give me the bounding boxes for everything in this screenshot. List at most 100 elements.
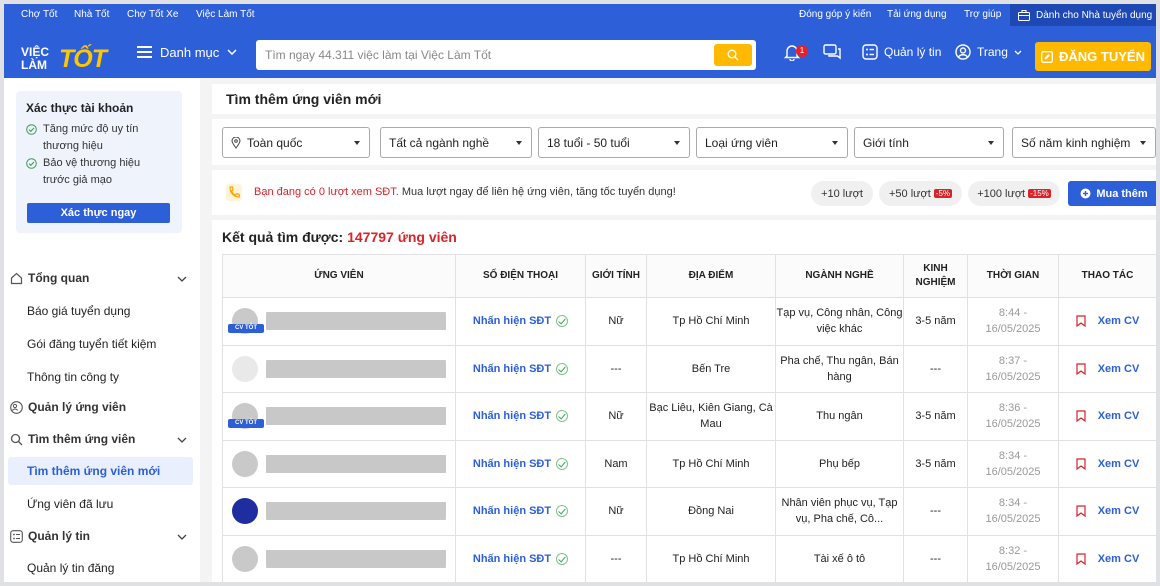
link-cho-tot-xe[interactable]: Chợ Tốt Xe (127, 9, 178, 20)
sidebar-item-find-new[interactable]: Tìm thêm ứng viên mới (27, 464, 160, 478)
candidate-name-redacted[interactable] (266, 502, 446, 521)
filter-industry[interactable]: Tất cả ngành nghề (380, 127, 532, 158)
sidebar-item-manage-posts[interactable]: Quản lý tin (10, 529, 90, 543)
avatar[interactable] (232, 498, 258, 525)
industry-cell: Tài xế ô tô (775, 534, 904, 582)
filter-candidate-type[interactable]: Loại ứng viên (696, 127, 848, 158)
bookmark-icon[interactable] (1076, 410, 1086, 423)
sidebar-item-company-info[interactable]: Thông tin công ty (27, 370, 119, 384)
reveal-phone-button[interactable]: Nhấn hiện SĐT (457, 313, 585, 329)
sidebar-item-overview[interactable]: Tổng quan (10, 271, 89, 285)
edit-icon (1041, 50, 1053, 63)
avatar[interactable]: CV TỐT (228, 308, 264, 335)
notification-button[interactable]: 1 (784, 26, 808, 78)
buy-50-chip[interactable]: +50 lượt -5% (879, 181, 962, 206)
location-cell: Tp Hồ Chí Minh (646, 534, 776, 582)
filter-age[interactable]: 18 tuổi - 50 tuổi (538, 127, 690, 158)
reveal-phone-label: Nhấn hiện SĐT (472, 362, 552, 375)
link-download-app[interactable]: Tải ứng dụng (887, 9, 947, 20)
sidebar-item-pricing[interactable]: Báo giá tuyển dụng (27, 304, 130, 318)
col-action: THAO TÁC (1058, 254, 1156, 298)
time-cell: 8:37 - 16/05/2025 (967, 344, 1059, 393)
chevron-down-icon[interactable] (177, 534, 187, 540)
filter-location[interactable]: Toàn quốc (222, 127, 370, 158)
sidebar-item-saved[interactable]: Ứng viên đã lưu (27, 497, 113, 511)
view-cv-link[interactable]: Xem CV (1098, 408, 1140, 424)
sidebar-item-saving-packages[interactable]: Gói đăng tuyển tiết kiệm (27, 337, 156, 351)
avatar[interactable] (232, 450, 258, 477)
bookmark-icon[interactable] (1076, 363, 1086, 375)
gender-cell: --- (585, 534, 647, 582)
avatar[interactable]: CV TỐT (228, 403, 264, 430)
candidate-name-redacted[interactable] (266, 549, 446, 568)
link-cho-tot[interactable]: Chợ Tốt (21, 9, 57, 20)
category-menu-button[interactable]: Danh mục (137, 26, 237, 78)
bookmark-icon[interactable] (1076, 553, 1086, 565)
link-nha-tot[interactable]: Nhà Tốt (74, 9, 109, 20)
link-viec-lam-tot[interactable]: Việc Làm Tốt (196, 9, 255, 20)
candidate-name-redacted[interactable] (266, 454, 446, 473)
view-cv-link[interactable]: Xem CV (1098, 313, 1140, 329)
link-help[interactable]: Trợ giúp (964, 9, 1001, 20)
col-gender: GIỚI TÍNH (585, 254, 647, 298)
verify-now-button[interactable]: Xác thực ngay (27, 203, 170, 223)
manage-posts-button[interactable]: Quản lý tin (862, 26, 941, 78)
link-feedback[interactable]: Đóng góp ý kiến (799, 9, 871, 20)
phone-cell: Nhấn hiện SĐT (455, 487, 586, 536)
search-button[interactable] (714, 44, 752, 66)
buy-50-label: +50 lượt (888, 187, 931, 200)
buy-more-label: Mua thêm (1096, 187, 1148, 200)
view-cv-link[interactable]: Xem CV (1098, 361, 1140, 377)
candidate-name-redacted[interactable] (266, 359, 446, 378)
reveal-phone-button[interactable]: Nhấn hiện SĐT (457, 408, 585, 424)
time-line: 8:44 - (998, 307, 1028, 320)
candidates-icon (10, 400, 23, 414)
chat-button[interactable] (823, 26, 841, 78)
bookmark-icon[interactable] (1076, 505, 1086, 518)
sidebar-item-find-candidates[interactable]: Tìm thêm ứng viên (10, 432, 135, 446)
avatar[interactable] (232, 545, 258, 572)
sidebar-item-manage-candidates[interactable]: Quản lý ứng viên (10, 400, 126, 414)
post-job-button[interactable]: ĐĂNG TUYỂN (1035, 42, 1151, 71)
date-line: 16/05/2025 (985, 370, 1041, 383)
buy-10-chip[interactable]: +10 lượt (811, 181, 873, 206)
candidate-cell: CV TỐT (222, 392, 456, 441)
promo-banner: Bạn đang có 0 lượt xem SĐT. Mua lượt nga… (212, 170, 1156, 215)
reveal-phone-button[interactable]: Nhấn hiện SĐT (457, 456, 585, 472)
time-line: 8:32 - (998, 544, 1028, 557)
view-cv-link[interactable]: Xem CV (1098, 503, 1140, 519)
avatar[interactable] (232, 355, 258, 382)
logo[interactable]: VIỆC LÀM TỐT (21, 46, 111, 72)
buy-more-button[interactable]: Mua thêm (1068, 181, 1156, 206)
candidate-name-redacted[interactable] (266, 312, 446, 331)
phone-cell: Nhấn hiện SĐT (455, 392, 586, 441)
view-cv-link[interactable]: Xem CV (1098, 551, 1140, 567)
verify-benefit: Bảo vệ thương hiệu trước giả mạo (26, 155, 172, 189)
table-row: CV TỐT Nhấn hiện SĐT Nữ Bạc Liêu, Kiên Gian… (222, 392, 1156, 441)
account-menu[interactable]: Trang (955, 26, 1022, 78)
candidate-cell (222, 439, 456, 488)
plus-circle-icon (1080, 188, 1091, 199)
search-input[interactable] (256, 40, 706, 70)
reveal-phone-button[interactable]: Nhấn hiện SĐT (457, 551, 585, 567)
buy-100-chip[interactable]: +100 lượt -15% (968, 181, 1060, 206)
action-cell: Xem CV (1058, 344, 1156, 393)
manage-posts-label: Quản lý tin (884, 45, 942, 59)
view-cv-link[interactable]: Xem CV (1098, 456, 1140, 472)
candidate-name-redacted[interactable] (266, 407, 446, 426)
gender-cell: Nữ (585, 392, 647, 441)
sidebar-item-manage-posted[interactable]: Quản lý tin đăng (27, 561, 114, 575)
industry-cell: Pha chế, Thu ngân, Bán hàng (775, 344, 904, 393)
chevron-down-icon[interactable] (177, 437, 187, 443)
reveal-phone-button[interactable]: Nhấn hiện SĐT (457, 503, 585, 519)
filter-gender[interactable]: Giới tính (854, 127, 1004, 158)
col-industry: NGÀNH NGHỀ (775, 254, 904, 298)
location-cell: Tp Hồ Chí Minh (646, 297, 776, 346)
bookmark-icon[interactable] (1076, 315, 1086, 328)
check-circle-icon (26, 158, 37, 169)
filter-experience[interactable]: Số năm kinh nghiệm (1012, 127, 1156, 158)
chevron-down-icon[interactable] (177, 276, 187, 282)
bookmark-icon[interactable] (1076, 458, 1086, 470)
employer-link[interactable]: Dành cho Nhà tuyển dụng (1010, 4, 1156, 26)
reveal-phone-button[interactable]: Nhấn hiện SĐT (457, 361, 585, 377)
